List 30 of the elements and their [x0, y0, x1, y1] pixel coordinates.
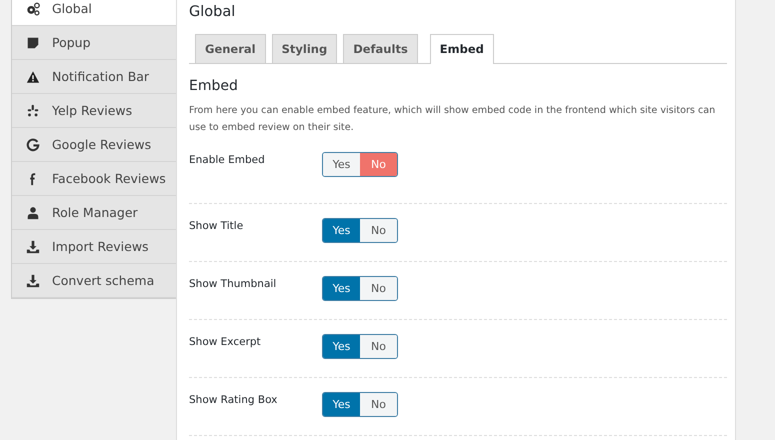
toggle-option[interactable]: Yes — [323, 335, 360, 358]
toggle-option[interactable]: Yes — [323, 393, 360, 416]
description-text: From here you can enable embed feature, which will show embed code in the frontend which site visitors can use to embed review on their site. — [189, 104, 716, 135]
toggle-option[interactable]: Yes — [323, 219, 360, 242]
user-icon — [26, 206, 40, 220]
gears-icon — [26, 2, 40, 16]
tab[interactable]: General — [195, 34, 266, 63]
section-heading: Embed — [189, 78, 239, 94]
tab[interactable]: Embed — [430, 34, 494, 64]
setting-label: Show Rating Box — [189, 393, 278, 406]
download-icon — [26, 240, 40, 254]
toggle-option[interactable]: No — [360, 277, 397, 300]
setting-label: Show Excerpt — [189, 335, 262, 348]
setting-label: Enable Embed — [189, 153, 266, 166]
g-logo-icon — [26, 138, 40, 152]
toggle-option[interactable]: No — [360, 335, 397, 358]
setting-label: Show Thumbnail — [189, 277, 278, 290]
toggle-option[interactable]: No — [360, 393, 397, 416]
burst-icon — [26, 104, 40, 118]
sidebar-item[interactable]: Global — [12, 0, 176, 26]
toggle-option[interactable]: Yes — [323, 277, 360, 300]
panel-title: Global — [189, 4, 236, 20]
download-icon — [26, 274, 40, 288]
toggle-option[interactable]: No — [360, 219, 397, 242]
warning-icon — [26, 70, 40, 84]
toggle-option[interactable]: Yes — [323, 153, 360, 176]
setting-label: Show Title — [189, 219, 244, 232]
note-icon — [26, 36, 40, 50]
tab[interactable]: Defaults — [343, 34, 418, 63]
tab[interactable]: Styling — [272, 34, 338, 63]
